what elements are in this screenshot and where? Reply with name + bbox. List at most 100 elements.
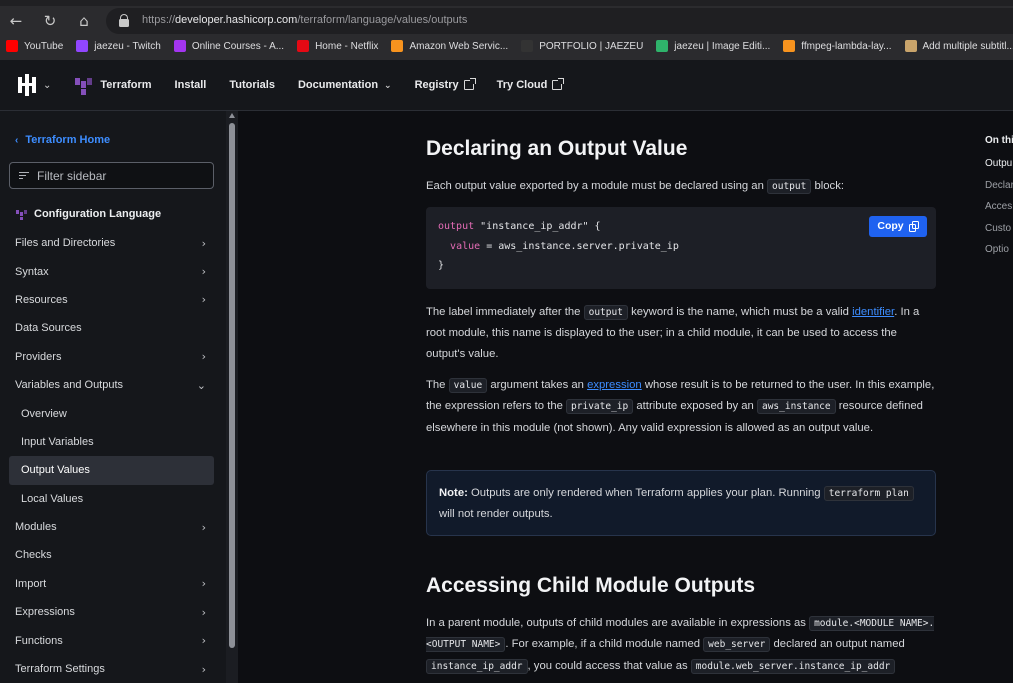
bookmark-item[interactable]: Home - Netflix xyxy=(297,40,378,52)
external-link-icon xyxy=(463,78,476,90)
chevron-right-icon: › xyxy=(201,634,206,648)
section-title-label: Configuration Language xyxy=(34,208,162,220)
sidebar-section-title[interactable]: Configuration Language xyxy=(16,208,161,220)
bookmark-favicon-icon xyxy=(783,40,796,52)
bookmark-item[interactable]: Add multiple subtitl... xyxy=(904,40,1013,52)
site-header: ⌄ Terraform Install Tutorials Documentatio… xyxy=(0,60,1013,111)
sidebar-item-label: Data Sources xyxy=(15,322,82,335)
sidebar-item-label: Input Variables xyxy=(21,435,94,448)
toc-item[interactable]: Outpu xyxy=(985,158,1013,169)
scrollbar-thumb[interactable] xyxy=(229,123,235,648)
filter-sidebar-input-wrap[interactable] xyxy=(9,162,214,189)
paragraph-2: The label immediately after the output k… xyxy=(426,305,920,360)
hashicorp-logo-icon[interactable] xyxy=(16,74,38,96)
terraform-logo-icon xyxy=(16,209,27,220)
sidebar-item-expressions[interactable]: Expressions › xyxy=(9,598,214,626)
toc-item[interactable]: Optio xyxy=(985,244,1013,255)
sidebar-item-terraform-settings[interactable]: Terraform Settings › xyxy=(9,655,214,683)
paragraph-1: Each output value exported by a module m… xyxy=(426,179,844,194)
inline-code: aws_instance xyxy=(756,399,836,415)
browser-nav: ← ↻ ⌂ xyxy=(6,11,94,31)
bookmark-item[interactable]: Amazon Web Servic... xyxy=(391,40,508,52)
toc-item[interactable]: Acces xyxy=(985,201,1013,212)
filter-sidebar-input[interactable] xyxy=(37,168,207,183)
scroll-up-icon[interactable] xyxy=(229,113,235,118)
external-link-icon xyxy=(552,78,565,90)
bookmark-favicon-icon xyxy=(173,40,186,52)
bookmark-item[interactable]: YouTube xyxy=(6,40,63,52)
chevron-down-icon[interactable]: ⌄ xyxy=(43,80,51,91)
sidebar-item-checks[interactable]: Checks xyxy=(9,541,214,569)
inline-code: private_ip xyxy=(566,399,634,415)
sidebar-item-resources[interactable]: Resources › xyxy=(9,286,214,314)
bookmark-item[interactable]: PORTFOLIO | JAEZEU xyxy=(521,40,643,52)
sidebar-item-syntax[interactable]: Syntax › xyxy=(9,257,214,285)
bookmark-favicon-icon xyxy=(297,40,310,52)
toc-item[interactable]: Declar xyxy=(985,180,1013,191)
nav-registry[interactable]: Registry xyxy=(415,78,476,91)
nav-try-cloud[interactable]: Try Cloud xyxy=(497,78,565,91)
chevron-right-icon: › xyxy=(201,605,206,619)
sidebar-item-files-and-directories[interactable]: Files and Directories › xyxy=(9,229,214,257)
sidebar-item-label: Import xyxy=(15,577,47,590)
sidebar-item-functions[interactable]: Functions › xyxy=(9,626,214,654)
terraform-product-link[interactable]: Terraform xyxy=(100,79,151,91)
sidebar-item-label: Resources xyxy=(15,293,68,306)
bookmark-label: PORTFOLIO | JAEZEU xyxy=(539,40,644,52)
bookmark-label: Amazon Web Servic... xyxy=(409,40,509,52)
sidebar-item-providers[interactable]: Providers › xyxy=(9,343,214,371)
header-nav: Terraform Install Tutorials Documentation ⌄… xyxy=(96,78,585,91)
bookmark-item[interactable]: jaezeu | Image Editi... xyxy=(656,40,770,52)
inline-code: instance_ip_addr xyxy=(426,658,528,674)
sidebar-item-input-variables[interactable]: Input Variables xyxy=(9,428,214,456)
nav-documentation[interactable]: Documentation ⌄ xyxy=(298,79,392,91)
nav-tutorials[interactable]: Tutorials xyxy=(229,79,275,91)
sidebar-item-label: Overview xyxy=(21,407,67,420)
url-text[interactable]: https://developer.hashicorp.com/terrafor… xyxy=(142,14,467,26)
sidebar-item-label: Checks xyxy=(15,549,52,562)
chevron-right-icon: › xyxy=(201,236,206,250)
browser-chrome: ← ↻ ⌂ https://developer.hashicorp.com/te… xyxy=(0,0,1013,60)
sidebar-item-label: Functions xyxy=(15,634,63,647)
chevron-right-icon: › xyxy=(201,265,206,279)
toc-title: On thi xyxy=(985,135,1013,146)
copy-button[interactable]: Copy xyxy=(869,216,927,237)
sidebar-item-data-sources[interactable]: Data Sources xyxy=(9,314,214,342)
sidebar-item-modules[interactable]: Modules › xyxy=(9,513,214,541)
terraform-home-link[interactable]: ‹ Terraform Home xyxy=(15,134,110,146)
home-icon[interactable]: ⌂ xyxy=(74,11,94,31)
sidebar-item-import[interactable]: Import › xyxy=(9,570,214,598)
sidebar-scrollbar[interactable] xyxy=(226,111,238,683)
bookmark-item[interactable]: ffmpeg-lambda-lay... xyxy=(783,40,892,52)
bookmark-label: ffmpeg-lambda-lay... xyxy=(801,40,892,52)
address-bar[interactable]: https://developer.hashicorp.com/terrafor… xyxy=(106,8,1013,34)
sidebar-item-label: Terraform Settings xyxy=(15,663,105,676)
bookmark-item[interactable]: Online Courses - A... xyxy=(173,40,284,52)
chevron-right-icon: › xyxy=(201,520,206,534)
chevron-right-icon: › xyxy=(201,350,206,364)
toc-item[interactable]: Custo xyxy=(985,223,1013,234)
inline-code: output xyxy=(583,305,628,320)
identifier-link[interactable]: identifier xyxy=(852,306,894,318)
bookmarks-bar: YouTube jaezeu - Twitch Online Courses - A… xyxy=(0,36,1013,56)
sidebar-item-label: Syntax xyxy=(15,265,49,278)
sidebar-item-variables-and-outputs[interactable]: Variables and Outputs ⌄ xyxy=(9,371,214,399)
reload-icon[interactable]: ↻ xyxy=(40,11,60,31)
sidebar-item-output-values[interactable]: Output Values xyxy=(9,456,214,485)
sidebar-item-local-values[interactable]: Local Values xyxy=(9,485,214,513)
nav-install[interactable]: Install xyxy=(175,79,207,91)
chevron-down-icon: ⌄ xyxy=(196,378,206,392)
lock-icon[interactable] xyxy=(119,14,129,27)
expression-link[interactable]: expression xyxy=(587,379,642,391)
sidebar-item-overview[interactable]: Overview xyxy=(9,399,214,427)
sidebar: ‹ Terraform Home Configuration Language … xyxy=(0,111,238,683)
bookmark-item[interactable]: jaezeu - Twitch xyxy=(76,40,161,52)
bookmark-label: YouTube xyxy=(24,40,64,52)
sidebar-item-label: Modules xyxy=(15,521,57,534)
sidebar-item-label: Output Values xyxy=(21,464,90,477)
terraform-logo-icon[interactable] xyxy=(74,76,93,95)
chevron-right-icon: › xyxy=(201,293,206,307)
back-icon[interactable]: ← xyxy=(6,11,26,31)
bookmark-favicon-icon xyxy=(6,40,18,52)
bookmark-favicon-icon xyxy=(391,40,404,52)
